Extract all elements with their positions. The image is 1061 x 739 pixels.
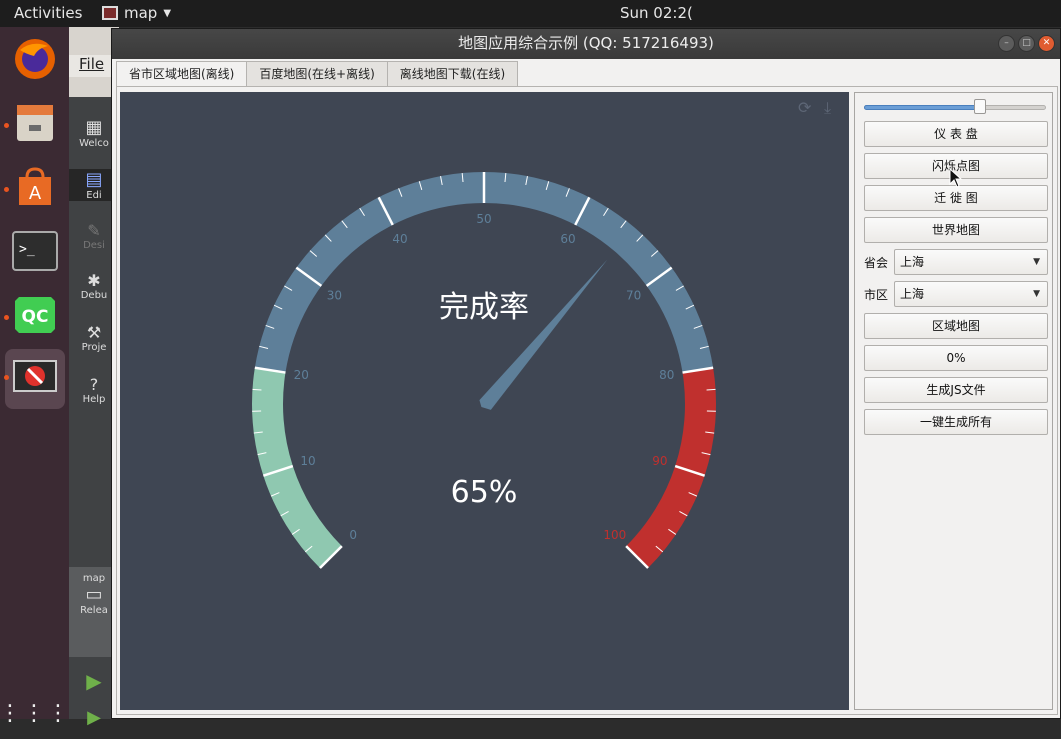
firefox-icon[interactable] bbox=[9, 33, 61, 85]
activities-button[interactable]: Activities bbox=[14, 4, 82, 22]
value-slider[interactable] bbox=[864, 103, 1046, 111]
mode-label: Edi bbox=[86, 190, 101, 201]
gauge-range-arc bbox=[252, 368, 342, 568]
mode-label: Welco bbox=[79, 138, 109, 149]
maximize-icon[interactable]: □ bbox=[1018, 35, 1035, 52]
gauge-tick-label: 20 bbox=[294, 368, 309, 382]
province-select[interactable]: 上海 ▼ bbox=[894, 249, 1048, 275]
city-value: 上海 bbox=[900, 287, 924, 301]
gauge-tick-label: 40 bbox=[392, 232, 407, 246]
dashboard-button[interactable]: 仪 表 盘 bbox=[864, 121, 1048, 147]
province-value: 上海 bbox=[900, 255, 924, 269]
slider-fill bbox=[864, 105, 980, 110]
svg-text:>_: >_ bbox=[19, 242, 35, 257]
gauge-minor-tick bbox=[252, 389, 261, 390]
running-indicator bbox=[4, 375, 9, 380]
refresh-icon[interactable]: ⟳ bbox=[798, 98, 811, 117]
gauge-tick-label: 80 bbox=[659, 368, 674, 382]
chevron-down-icon: ▼ bbox=[163, 8, 171, 19]
mode-label: Proje bbox=[82, 342, 107, 353]
title-bar[interactable]: 地图应用综合示例 (QQ: 517216493) – □ ✕ bbox=[112, 29, 1060, 59]
province-label: 省会 bbox=[864, 254, 888, 271]
map-app-icon[interactable] bbox=[5, 349, 65, 409]
gauge-tick-label: 30 bbox=[327, 288, 342, 302]
download-icon[interactable]: ⤓ bbox=[824, 98, 831, 118]
svg-text:QC: QC bbox=[22, 307, 49, 327]
app-menu[interactable]: map ▼ bbox=[102, 4, 171, 22]
terminal-icon[interactable]: >_ bbox=[9, 225, 61, 277]
tab-baidu-map[interactable]: 百度地图(在线+离线) bbox=[246, 61, 387, 87]
city-row: 市区 上海 ▼ bbox=[864, 281, 1048, 307]
gauge-tick-label: 50 bbox=[476, 212, 491, 226]
gauge-tick-label: 100 bbox=[603, 528, 626, 542]
city-select[interactable]: 上海 ▼ bbox=[894, 281, 1048, 307]
qt-creator-icon[interactable]: QC bbox=[9, 289, 61, 341]
running-indicator bbox=[4, 315, 9, 320]
svg-text:A: A bbox=[29, 183, 42, 204]
gauge-title: 完成率 bbox=[439, 290, 529, 325]
gauge-chart: 0 10 20 30 40 50 60 70 80 90 100 完成率 65% bbox=[120, 92, 849, 710]
chevron-down-icon: ▼ bbox=[1033, 250, 1040, 274]
generate-all-button[interactable]: 一键生成所有 bbox=[864, 409, 1048, 435]
software-center-icon[interactable]: A bbox=[9, 161, 61, 213]
gauge-range-arc bbox=[626, 368, 716, 568]
chevron-down-icon: ▼ bbox=[1033, 282, 1040, 306]
show-applications-icon[interactable]: ⋮⋮⋮ bbox=[9, 687, 61, 739]
minimize-icon[interactable]: – bbox=[998, 35, 1015, 52]
gauge-pointer bbox=[479, 260, 607, 410]
dock: A >_ QC ⋮⋮⋮ bbox=[0, 27, 69, 719]
mode-label: Desi bbox=[83, 240, 105, 251]
generate-js-button[interactable]: 生成JS文件 bbox=[864, 377, 1048, 403]
progress-button[interactable]: 0% bbox=[864, 345, 1048, 371]
gauge-tick-label: 90 bbox=[652, 454, 667, 468]
province-row: 省会 上海 ▼ bbox=[864, 249, 1048, 275]
tab-province-map[interactable]: 省市区域地图(离线) bbox=[116, 61, 247, 88]
city-label: 市区 bbox=[864, 286, 888, 303]
gauge-value: 65% bbox=[451, 475, 518, 510]
tab-offline-download[interactable]: 离线地图下载(在线) bbox=[387, 61, 518, 87]
world-map-button[interactable]: 世界地图 bbox=[864, 217, 1048, 243]
mouse-cursor-icon bbox=[949, 168, 963, 188]
gauge-tick-label: 60 bbox=[560, 232, 575, 246]
region-map-button[interactable]: 区域地图 bbox=[864, 313, 1048, 339]
migration-button[interactable]: 迁 徙 图 bbox=[864, 185, 1048, 211]
files-icon[interactable] bbox=[9, 97, 61, 149]
app-menu-label: map bbox=[124, 4, 157, 22]
tab-bar: 省市区域地图(离线) 百度地图(在线+离线) 离线地图下载(在线) bbox=[116, 61, 517, 87]
slider-handle[interactable] bbox=[974, 99, 986, 114]
menu-file-label: File bbox=[79, 55, 104, 73]
clock[interactable]: Sun 02:2( bbox=[620, 4, 693, 22]
gauge-tick-label: 0 bbox=[349, 528, 357, 542]
gauge-tick-label: 10 bbox=[300, 454, 315, 468]
top-bar: Activities map ▼ Sun 02:2( bbox=[0, 0, 1061, 27]
mode-label: Help bbox=[83, 394, 106, 405]
tab-pane: 0 10 20 30 40 50 60 70 80 90 100 完成率 65% ⟳ ⤓ 仪 表 盘… bbox=[116, 86, 1058, 715]
window-title: 地图应用综合示例 (QQ: 517216493) bbox=[458, 34, 714, 52]
app-icon bbox=[102, 6, 118, 20]
gauge-tick-label: 70 bbox=[626, 288, 641, 302]
mode-label: Debu bbox=[81, 290, 108, 301]
close-icon[interactable]: ✕ bbox=[1038, 35, 1055, 52]
gauge-panel: 0 10 20 30 40 50 60 70 80 90 100 完成率 65% ⟳ ⤓ bbox=[120, 92, 849, 710]
gauge-minor-tick bbox=[707, 389, 716, 390]
main-window: 地图应用综合示例 (QQ: 517216493) – □ ✕ 省市区域地图(离线… bbox=[111, 28, 1061, 719]
